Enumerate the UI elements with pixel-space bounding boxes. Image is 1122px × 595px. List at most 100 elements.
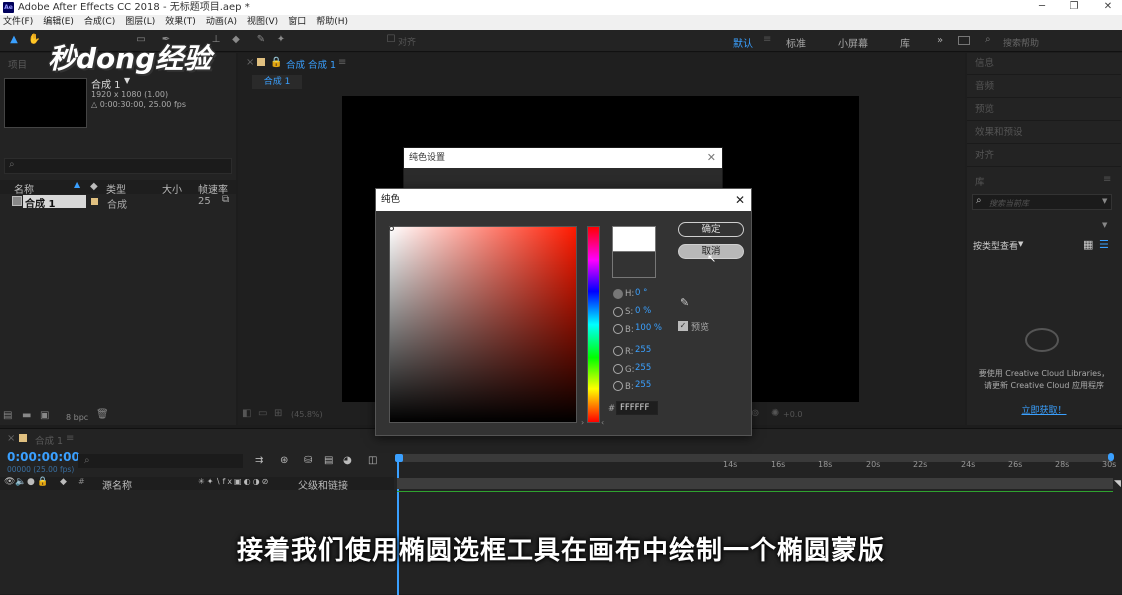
zoom-select[interactable]: (45.8%)	[291, 410, 323, 419]
shy-icon[interactable]: ⛁	[304, 455, 312, 466]
chevron-down-icon[interactable]: ▼	[124, 76, 130, 85]
selection-tool-icon[interactable]: ▲	[8, 34, 20, 46]
composition-tab[interactable]: 合成 合成 1	[286, 57, 336, 71]
maximize-icon[interactable]: ❐	[1062, 0, 1086, 15]
value-blue[interactable]: 255	[635, 380, 651, 390]
lock-icon[interactable]: 🔒	[37, 477, 48, 487]
hex-input[interactable]: FFFFFF	[616, 401, 658, 415]
col-size[interactable]: 大小	[162, 181, 182, 196]
chevron-down-icon[interactable]: ▼	[1102, 197, 1107, 205]
chevron-down-icon[interactable]: ▼	[1018, 240, 1023, 248]
timeline-search-input[interactable]	[78, 454, 243, 468]
menu-file[interactable]: 文件(F)	[3, 15, 33, 30]
label-tag-icon[interactable]: ◆	[90, 181, 98, 192]
puppet-tool-icon[interactable]: ✦	[275, 34, 287, 46]
align-checkbox-icon[interactable]: ☐	[385, 34, 397, 46]
menu-help[interactable]: 帮助(H)	[316, 15, 348, 30]
frame-blending-icon[interactable]: ▤	[324, 455, 333, 466]
value-s[interactable]: 0 %	[635, 306, 651, 316]
monitor-icon[interactable]: ▭	[258, 408, 267, 419]
color-cursor[interactable]	[389, 226, 394, 231]
ok-button[interactable]: 确定	[678, 222, 744, 237]
close-icon[interactable]: ✕	[1096, 0, 1120, 15]
value-h[interactable]: 0 °	[635, 288, 647, 298]
delete-icon[interactable]: 🗑	[96, 409, 109, 420]
draft-3d-icon[interactable]: ⊛	[280, 455, 288, 466]
eraser-tool-icon[interactable]: ◆	[230, 34, 242, 46]
hue-slider[interactable]	[587, 226, 600, 423]
motion-blur-icon[interactable]: ◕	[343, 455, 352, 466]
hand-tool-icon[interactable]: ✋	[28, 34, 40, 46]
search-help-input[interactable]: 搜索帮助	[1003, 36, 1039, 49]
saturation-brightness-field[interactable]	[389, 226, 577, 423]
panel-info[interactable]: 信息	[967, 53, 1121, 75]
more-workspaces-icon[interactable]: »	[937, 35, 943, 46]
lock-icon[interactable]: 🔒	[270, 57, 282, 68]
work-area-bar[interactable]	[397, 454, 1113, 462]
table-row[interactable]: 合成 1 合成 25 ⧉	[0, 194, 236, 211]
panel-effects-presets[interactable]: 效果和预设	[967, 122, 1121, 144]
playhead-handle[interactable]	[395, 454, 403, 462]
radio-s[interactable]	[613, 307, 623, 317]
switches-icon[interactable]: ✳✦∖fx▣◐◑⊘	[198, 477, 270, 486]
project-search-input[interactable]	[4, 158, 232, 174]
project-tab[interactable]: 项目	[8, 57, 27, 71]
hue-arrow-left-icon[interactable]: ‹	[601, 418, 604, 427]
comp-sub-tab[interactable]: 合成 1	[252, 75, 302, 89]
eyedropper-icon[interactable]: ✎	[680, 296, 689, 309]
exposure-icon[interactable]: ✺	[771, 408, 779, 419]
video-visibility-icon[interactable]: 👁	[4, 477, 15, 487]
menu-effect[interactable]: 效果(T)	[165, 15, 196, 30]
radio-h[interactable]	[613, 289, 623, 299]
close-tab-icon[interactable]: ×	[7, 433, 15, 444]
menu-view[interactable]: 视图(V)	[247, 15, 278, 30]
interpret-footage-icon[interactable]: ▤	[3, 410, 12, 421]
panel-audio[interactable]: 音频	[967, 76, 1121, 98]
value-r[interactable]: 255	[635, 345, 651, 355]
flowchart-icon[interactable]: ⧉	[222, 194, 229, 205]
new-folder-icon[interactable]: ▬	[22, 410, 31, 421]
col-source-name[interactable]: 源名称	[102, 477, 132, 492]
col-parent-link[interactable]: 父级和链接	[298, 477, 348, 492]
panel-preview[interactable]: 预览	[967, 99, 1121, 121]
roto-brush-icon[interactable]: ✎	[255, 34, 267, 46]
label-tag-icon[interactable]: ◆	[60, 477, 67, 487]
panel-library-title[interactable]: 库	[975, 174, 985, 188]
get-now-link[interactable]: 立即获取！	[978, 403, 1110, 416]
menu-window[interactable]: 窗口	[288, 15, 306, 30]
view-by-type[interactable]: 按类型查看	[973, 239, 1018, 252]
current-time[interactable]: 0:00:00:00	[7, 450, 80, 464]
panel-menu-icon[interactable]: ≡	[338, 57, 346, 68]
radio-g[interactable]	[613, 364, 623, 374]
minimize-icon[interactable]: ─	[1030, 0, 1054, 15]
workspace-standard[interactable]: 标准	[786, 35, 806, 50]
workspace-menu-icon[interactable]: ≡	[763, 34, 771, 45]
preview-checkbox[interactable]: ✓	[678, 321, 688, 331]
new-comp-icon[interactable]: ▣	[40, 410, 49, 421]
clone-stamp-icon[interactable]: ⊥	[210, 34, 222, 46]
panel-align[interactable]: 对齐	[967, 145, 1121, 167]
value-b[interactable]: 100 %	[635, 323, 662, 333]
list-view-icon[interactable]: ☰	[1099, 238, 1109, 251]
menu-edit[interactable]: 编辑(E)	[43, 15, 74, 30]
timeline-tab[interactable]: 合成 1	[35, 433, 63, 447]
workspace-default[interactable]: 默认	[733, 35, 753, 50]
solo-icon[interactable]: ●	[27, 477, 35, 487]
row-name[interactable]: 合成 1	[23, 195, 86, 210]
col-type[interactable]: 类型	[106, 181, 126, 196]
radio-r[interactable]	[613, 346, 623, 356]
sync-icon[interactable]	[958, 36, 970, 45]
bit-depth[interactable]: 8 bpc	[66, 413, 88, 422]
col-name[interactable]: 名称	[14, 181, 34, 196]
value-g[interactable]: 255	[635, 363, 651, 373]
close-tab-icon[interactable]: ×	[246, 57, 254, 68]
grid-view-icon[interactable]: ▦	[1083, 238, 1093, 251]
audio-icon[interactable]: 🔈	[15, 477, 26, 487]
graph-editor-icon[interactable]: ◫	[368, 455, 377, 466]
menu-composition[interactable]: 合成(C)	[84, 15, 115, 30]
close-icon[interactable]: ✕	[735, 193, 745, 207]
menu-animation[interactable]: 动画(A)	[206, 15, 237, 30]
vr-icon[interactable]: ⊞	[274, 408, 282, 419]
close-icon[interactable]: ✕	[707, 151, 716, 164]
comp-end-marker-icon[interactable]: ◥	[1114, 479, 1121, 489]
